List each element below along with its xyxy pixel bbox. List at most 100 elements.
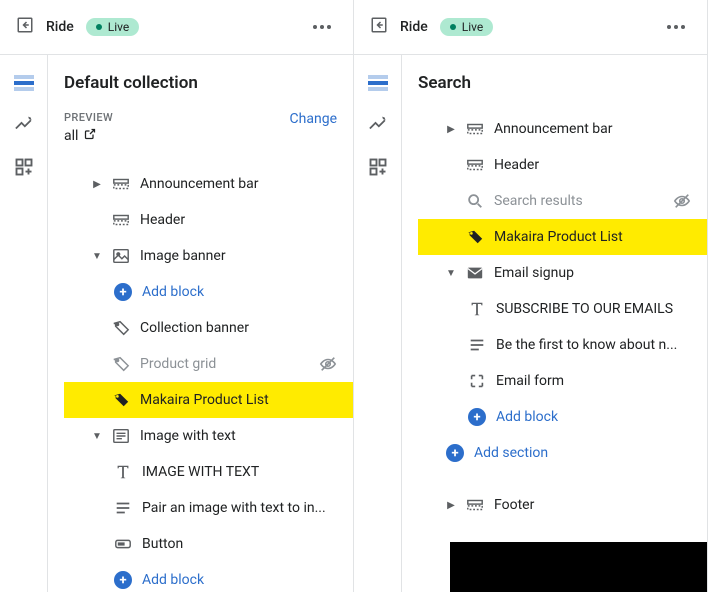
tree-item[interactable]: Pair an image with text to in... bbox=[64, 490, 353, 526]
panel-title: Default collection bbox=[64, 73, 353, 93]
change-link[interactable]: Change bbox=[290, 111, 337, 127]
text-block-icon bbox=[112, 427, 130, 445]
more-icon[interactable] bbox=[661, 19, 691, 35]
section-icon bbox=[112, 211, 130, 229]
tree-item-label: Footer bbox=[494, 497, 691, 513]
right-pane: RideLive Search ▶Announcement bar▶Header… bbox=[354, 0, 708, 592]
lines-icon bbox=[114, 499, 132, 517]
T-icon bbox=[468, 300, 486, 318]
tree-item[interactable]: ▼ Image with text bbox=[64, 418, 353, 454]
button-icon bbox=[114, 535, 132, 553]
section-icon bbox=[466, 496, 484, 514]
topbar: Ride Live bbox=[354, 0, 707, 55]
tree-item[interactable]: Email form bbox=[418, 363, 707, 399]
tree-item[interactable]: ▼ Image banner bbox=[64, 238, 353, 274]
tree: ▶ Announcement bar ▶Header ▼ Image banner + Ad… bbox=[64, 166, 353, 592]
left-tree-content[interactable]: Default collection PREVIEW all Change ▶ A… bbox=[48, 55, 353, 592]
sections-icon[interactable] bbox=[14, 73, 34, 93]
theme-settings-icon[interactable] bbox=[14, 115, 34, 135]
app-embeds-icon[interactable] bbox=[368, 157, 388, 177]
left-pane: Ride Live Default collection PREVIEW all bbox=[0, 0, 354, 592]
tree-item-label: Announcement bar bbox=[494, 121, 691, 137]
live-badge: Live bbox=[440, 18, 493, 36]
tree-item-label: Makaira Product List bbox=[494, 229, 691, 245]
tree-item[interactable]: ▼ Email signup bbox=[418, 255, 707, 291]
tree-item[interactable]: Button bbox=[64, 526, 353, 562]
tree-item[interactable]: ▶Header bbox=[64, 202, 353, 238]
external-link-icon bbox=[84, 128, 96, 144]
tree-item[interactable]: + Add block bbox=[418, 399, 707, 435]
topbar: Ride Live bbox=[0, 0, 353, 55]
plus-icon: + bbox=[468, 408, 486, 426]
tree-item[interactable]: + Add section bbox=[418, 435, 707, 471]
tree-item[interactable]: ▶ Footer bbox=[418, 487, 707, 523]
app-embeds-icon[interactable] bbox=[14, 157, 34, 177]
section-icon bbox=[466, 120, 484, 138]
plus-icon: + bbox=[446, 444, 464, 462]
left-sidebar bbox=[0, 55, 48, 592]
panel-title: Search bbox=[418, 73, 707, 93]
chevron-down-icon[interactable]: ▼ bbox=[92, 431, 102, 442]
hidden-icon[interactable] bbox=[673, 192, 691, 210]
preview-row: PREVIEW all Change bbox=[64, 111, 353, 144]
tree: ▶Announcement bar▶Header▶Search results▶… bbox=[418, 111, 707, 523]
tree-item-label: Add block bbox=[496, 409, 691, 425]
chevron-right-icon[interactable]: ▶ bbox=[446, 124, 456, 135]
tree-item[interactable]: ▶ Announcement bar bbox=[64, 166, 353, 202]
tree-item[interactable]: ▶Header bbox=[418, 147, 707, 183]
theme-title: Ride bbox=[46, 19, 74, 35]
tree-item-label: Header bbox=[140, 212, 337, 228]
tree-item-label: Be the first to know about n... bbox=[496, 337, 691, 353]
section-icon bbox=[466, 156, 484, 174]
T-icon bbox=[114, 463, 132, 481]
tree-item-label: Announcement bar bbox=[140, 176, 337, 192]
preview-canvas bbox=[450, 542, 707, 592]
tree-item-label: Image with text bbox=[140, 428, 337, 444]
more-icon[interactable] bbox=[307, 19, 337, 35]
theme-settings-icon[interactable] bbox=[368, 115, 388, 135]
tree-item[interactable]: ▶Search results bbox=[418, 183, 707, 219]
tag-solid-icon bbox=[112, 391, 130, 409]
plus-icon: + bbox=[114, 571, 132, 589]
tree-item[interactable]: IMAGE WITH TEXT bbox=[64, 454, 353, 490]
preview-value[interactable]: all bbox=[64, 128, 113, 144]
tree-item-label: Add section bbox=[474, 445, 691, 461]
tree-item[interactable]: + Add block bbox=[64, 274, 353, 310]
tree-item-label: Email signup bbox=[494, 265, 691, 281]
tree-item[interactable]: ▶ Announcement bar bbox=[418, 111, 707, 147]
tree-item[interactable]: + Add block bbox=[64, 562, 353, 592]
chevron-right-icon[interactable]: ▶ bbox=[92, 179, 102, 190]
tree-item[interactable]: ▶Collection banner bbox=[64, 310, 353, 346]
tree-item-label: Header bbox=[494, 157, 691, 173]
chevron-down-icon[interactable]: ▼ bbox=[446, 268, 456, 279]
section-icon bbox=[112, 175, 130, 193]
exit-icon[interactable] bbox=[16, 16, 34, 38]
tag-solid-icon bbox=[466, 228, 484, 246]
tree-item-label: Add block bbox=[142, 572, 337, 588]
exit-icon[interactable] bbox=[370, 16, 388, 38]
image-icon bbox=[112, 247, 130, 265]
tree-item-label: Email form bbox=[496, 373, 691, 389]
lines-icon bbox=[468, 336, 486, 354]
right-tree-content[interactable]: Search ▶Announcement bar▶Header▶Search r… bbox=[402, 55, 707, 592]
live-badge: Live bbox=[86, 18, 139, 36]
sections-icon[interactable] bbox=[368, 73, 388, 93]
tag-icon bbox=[112, 355, 130, 373]
preview-label: PREVIEW bbox=[64, 111, 113, 124]
tree-item-label: Add block bbox=[142, 284, 337, 300]
tree-item[interactable]: SUBSCRIBE TO OUR EMAILS bbox=[418, 291, 707, 327]
plus-icon: + bbox=[114, 283, 132, 301]
tree-item[interactable]: Be the first to know about n... bbox=[418, 327, 707, 363]
tree-item-label: Makaira Product List bbox=[140, 392, 337, 408]
chevron-right-icon[interactable]: ▶ bbox=[446, 500, 456, 511]
hidden-icon[interactable] bbox=[319, 355, 337, 373]
tree-item[interactable]: ▶Product grid bbox=[64, 346, 353, 382]
tree-item-label: Image banner bbox=[140, 248, 337, 264]
tree-item-label: Collection banner bbox=[140, 320, 337, 336]
chevron-down-icon[interactable]: ▼ bbox=[92, 251, 102, 262]
tree-item-label: IMAGE WITH TEXT bbox=[142, 464, 337, 480]
tree-item-label: Button bbox=[142, 536, 337, 552]
tree-item[interactable]: ▶Makaira Product List bbox=[418, 219, 707, 255]
tree-item[interactable]: ▶Makaira Product List bbox=[64, 382, 353, 418]
theme-title: Ride bbox=[400, 19, 428, 35]
